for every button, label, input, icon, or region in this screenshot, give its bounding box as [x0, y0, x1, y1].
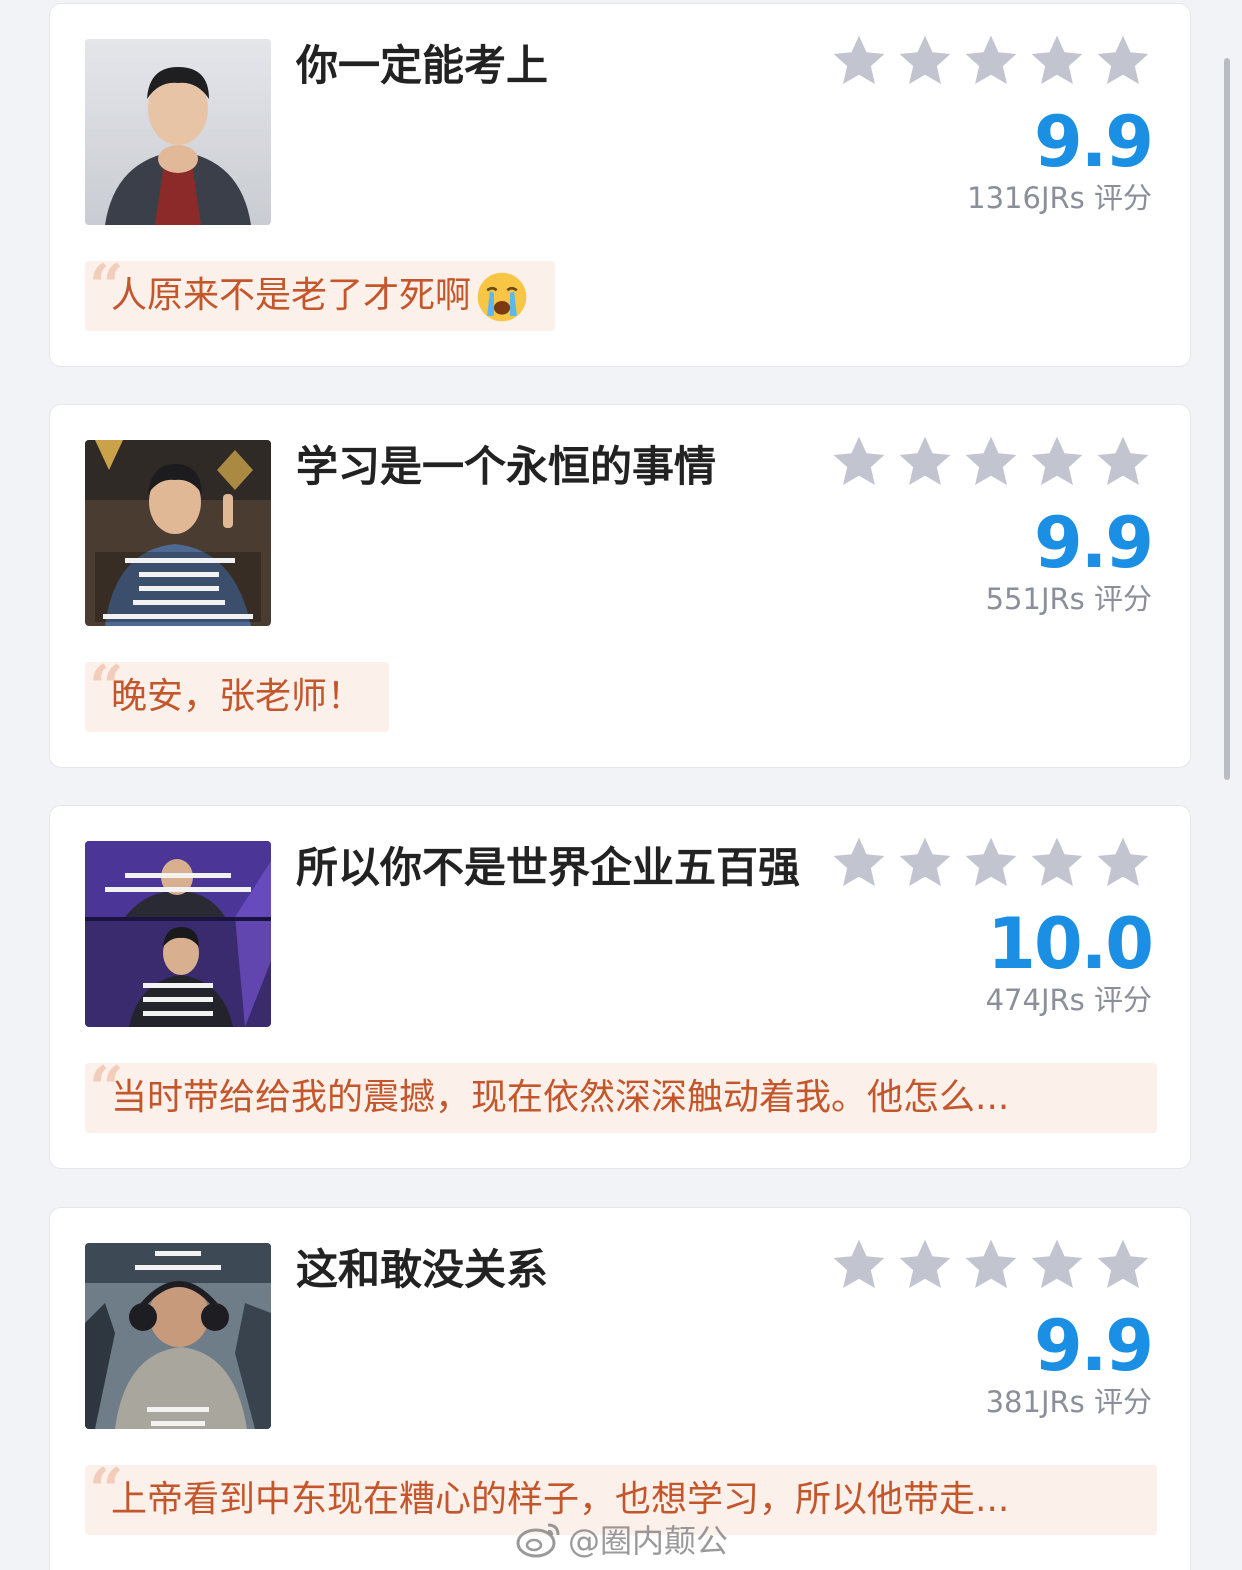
score-value: 10.0: [987, 903, 1154, 985]
star-icon: [1094, 32, 1152, 90]
ratings-list-page: 你一定能考上 9.9 1316JRs 评分 “ 人原来不是老了才死啊 学习是一个…: [0, 0, 1242, 1570]
weibo-logo-icon: [516, 1523, 560, 1558]
star-icon: [896, 834, 954, 892]
rating-count: 551JRs 评分: [985, 582, 1152, 616]
rating-count: 474JRs 评分: [985, 983, 1152, 1017]
watermark-text: @圈内颠公: [568, 1522, 729, 1560]
thumbnail-image[interactable]: [85, 1243, 271, 1429]
star-rating: [830, 433, 1152, 491]
star-icon: [962, 433, 1020, 491]
rating-count: 381JRs 评分: [985, 1385, 1152, 1419]
star-icon: [896, 433, 954, 491]
star-icon: [1094, 433, 1152, 491]
thumbnail-image[interactable]: [85, 841, 271, 1027]
star-icon: [962, 834, 1020, 892]
comment-text: 上帝看到中东现在糟心的样子，也想学习，所以他带走...: [111, 1479, 1010, 1520]
star-icon: [1028, 1236, 1086, 1294]
item-title: 学习是一个永恒的事情: [296, 442, 717, 491]
comment-text: 人原来不是老了才死啊: [111, 275, 472, 316]
star-icon: [1028, 32, 1086, 90]
star-rating: [830, 834, 1152, 892]
star-rating: [830, 32, 1152, 90]
star-icon: [830, 433, 888, 491]
top-comment[interactable]: “ 晚安，张老师！: [85, 662, 390, 732]
thumbnail-image[interactable]: [85, 39, 271, 225]
star-icon: [896, 32, 954, 90]
comment-text: 当时带给给我的震撼，现在依然深深触动着我。他怎么...: [111, 1077, 1010, 1118]
score-value: 9.9: [1033, 101, 1154, 183]
star-rating: [830, 1236, 1152, 1294]
star-icon: [896, 1236, 954, 1294]
star-icon: [830, 32, 888, 90]
rating-card[interactable]: 学习是一个永恒的事情 9.9 551JRs 评分 “ 晚安，张老师！: [49, 404, 1191, 768]
crying-face-icon: [477, 272, 527, 322]
thumbnail-image[interactable]: [85, 440, 271, 626]
rating-card[interactable]: 你一定能考上 9.9 1316JRs 评分 “ 人原来不是老了才死啊: [49, 3, 1191, 367]
comment-text: 晚安，张老师！: [111, 676, 364, 717]
item-title: 这和敢没关系: [296, 1245, 549, 1294]
rating-card[interactable]: 所以你不是世界企业五百强 10.0 474JRs 评分 “ 当时带给给我的震撼，…: [49, 805, 1191, 1169]
star-icon: [1028, 834, 1086, 892]
portrait-image: [85, 39, 271, 225]
item-title: 所以你不是世界企业五百强: [296, 843, 801, 892]
star-icon: [962, 1236, 1020, 1294]
top-comment[interactable]: “ 当时带给给我的震撼，现在依然深深触动着我。他怎么...: [85, 1063, 1157, 1133]
star-icon: [1094, 1236, 1152, 1294]
rating-count: 1316JRs 评分: [967, 181, 1152, 215]
star-icon: [1028, 433, 1086, 491]
star-icon: [830, 834, 888, 892]
top-comment[interactable]: “ 人原来不是老了才死啊: [85, 261, 556, 331]
video-frame-image: [85, 841, 271, 1027]
scrollbar[interactable]: [1224, 58, 1230, 780]
video-frame-image: [85, 440, 271, 626]
star-icon: [1094, 834, 1152, 892]
score-value: 9.9: [1033, 502, 1154, 584]
video-frame-image: [85, 1243, 271, 1429]
star-icon: [830, 1236, 888, 1294]
score-value: 9.9: [1033, 1305, 1154, 1387]
item-title: 你一定能考上: [296, 41, 549, 90]
star-icon: [962, 32, 1020, 90]
watermark: @圈内颠公: [516, 1516, 728, 1562]
